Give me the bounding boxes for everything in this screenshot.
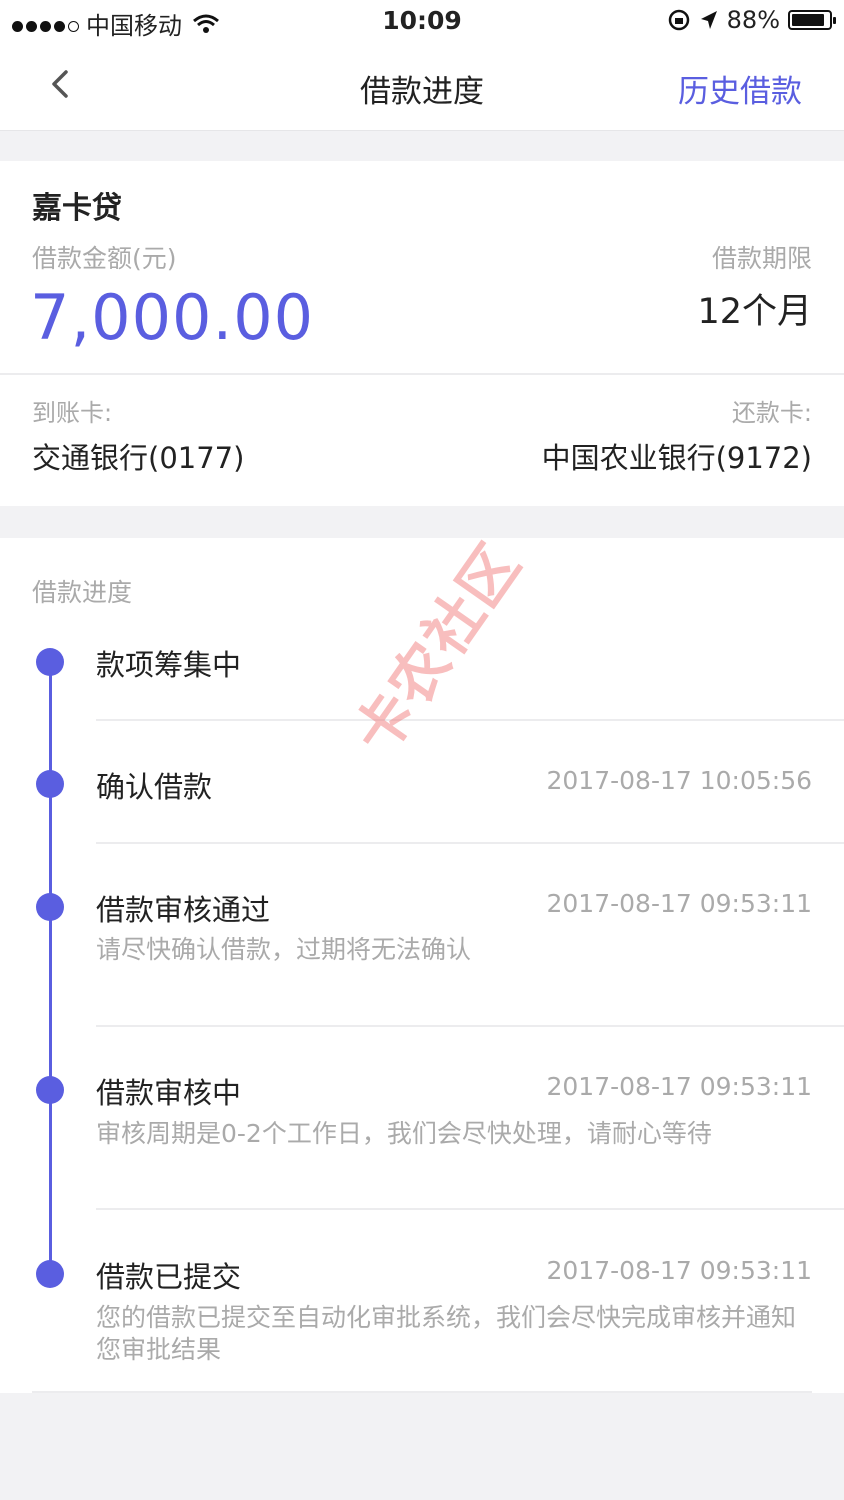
repay-card-label: 还款卡: <box>731 399 812 427</box>
amount-label: 借款金额(元) <box>32 244 177 273</box>
timeline-line <box>49 662 52 1272</box>
rotation-lock-icon <box>668 9 689 31</box>
divider <box>96 1025 844 1027</box>
status-right: 88% <box>667 6 836 34</box>
receive-card-label: 到账卡: <box>32 399 113 427</box>
nav-bar: 借款进度 历史借款 <box>0 44 844 131</box>
timeline-dot <box>36 770 64 798</box>
timeline-dot <box>36 1076 64 1104</box>
repay-card-value: 中国农业银行(9172) <box>541 441 812 475</box>
progress-card: 借款进度 款项筹集中 确认借款 2017-08-17 10:05:56 借款审核… <box>0 538 844 1393</box>
step-title: 借款审核通过 <box>96 893 271 927</box>
timeline-dot <box>36 1260 64 1288</box>
step-title: 借款已提交 <box>96 1260 242 1294</box>
step-title: 确认借款 <box>96 770 213 804</box>
battery-percent: 88% <box>726 6 780 34</box>
step-title: 借款审核中 <box>96 1076 242 1110</box>
step-time: 2017-08-17 09:53:11 <box>546 1072 812 1101</box>
step-title: 款项筹集中 <box>96 648 242 682</box>
location-icon <box>700 11 717 29</box>
battery-icon <box>788 10 836 30</box>
divider <box>96 842 844 844</box>
amount-value: 7,000.00 <box>30 281 315 354</box>
step-time: 2017-08-17 09:53:11 <box>546 1256 812 1285</box>
timeline-dot <box>36 893 64 921</box>
step-description: 请尽快确认借款，过期将无法确认 <box>96 935 472 964</box>
timeline-dot <box>36 648 64 676</box>
loan-summary-card: 嘉卡贷 借款金额(元) 7,000.00 借款期限 12个月 到账卡: 交通银行… <box>0 161 844 506</box>
divider <box>0 373 844 375</box>
step-description: 审核周期是0-2个工作日，我们会尽快处理，请耐心等待 <box>96 1119 712 1148</box>
progress-title: 借款进度 <box>32 578 133 607</box>
divider <box>96 1208 844 1210</box>
term-label: 借款期限 <box>711 244 812 273</box>
step-description: 您的借款已提交至自动化审批系统，我们会尽快完成审核并通知您审批结果 <box>96 1303 797 1364</box>
step-time: 2017-08-17 10:05:56 <box>546 766 812 795</box>
product-name: 嘉卡贷 <box>32 191 122 226</box>
receive-card-value: 交通银行(0177) <box>32 441 245 475</box>
history-loans-link[interactable]: 历史借款 <box>678 66 802 111</box>
status-bar: 中国移动 10:09 88% <box>0 0 844 44</box>
divider <box>96 719 844 721</box>
divider <box>32 1391 812 1393</box>
step-time: 2017-08-17 09:53:11 <box>546 889 812 918</box>
term-value: 12个月 <box>697 292 812 332</box>
